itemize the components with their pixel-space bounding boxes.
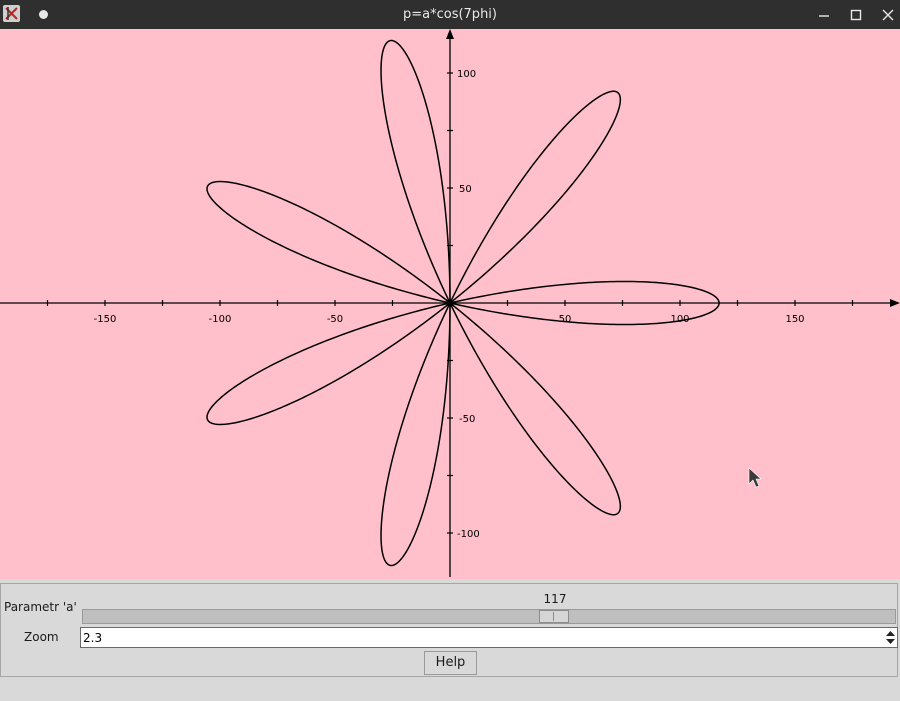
y-tick-label: 100 bbox=[457, 69, 476, 80]
minimize-icon[interactable] bbox=[817, 7, 831, 21]
slider-thumb[interactable] bbox=[539, 610, 569, 623]
param-a-label: Parametr 'a' bbox=[4, 600, 77, 614]
y-tick-label: -100 bbox=[457, 529, 480, 540]
x-tick-label: -50 bbox=[327, 314, 343, 325]
x-tick-label: -100 bbox=[209, 314, 232, 325]
y-tick-label: -50 bbox=[459, 414, 475, 425]
x-tick-label: 150 bbox=[785, 314, 804, 325]
close-icon[interactable] bbox=[881, 7, 895, 21]
param-a-value: 117 bbox=[543, 592, 567, 606]
plot-canvas[interactable]: -150 -100 -50 50 100 150 100 50 -50 -100 bbox=[0, 29, 900, 579]
mouse-cursor-icon bbox=[748, 467, 762, 488]
x-tick-label: -150 bbox=[94, 314, 117, 325]
rose-plot: -150 -100 -50 50 100 150 100 50 -50 -100 bbox=[0, 29, 900, 577]
title-bar: p=a*cos(7phi) bbox=[0, 0, 900, 29]
zoom-label: Zoom bbox=[24, 630, 59, 644]
window-title: p=a*cos(7phi) bbox=[402, 7, 497, 22]
control-panel: Parametr 'a' 117 Zoom Help bbox=[0, 583, 898, 677]
param-a-slider[interactable] bbox=[82, 609, 896, 624]
maximize-icon[interactable] bbox=[849, 7, 863, 21]
help-button[interactable]: Help bbox=[424, 651, 477, 675]
status-bar bbox=[0, 679, 900, 701]
x-tick-label: 50 bbox=[559, 314, 572, 325]
spin-arrows-icon[interactable] bbox=[885, 629, 896, 646]
zoom-spinbox[interactable] bbox=[80, 627, 898, 648]
y-axis-arrow bbox=[446, 29, 454, 39]
x-axis-arrow bbox=[890, 299, 900, 307]
zoom-input[interactable] bbox=[83, 629, 873, 646]
y-tick-label: 50 bbox=[459, 184, 472, 195]
